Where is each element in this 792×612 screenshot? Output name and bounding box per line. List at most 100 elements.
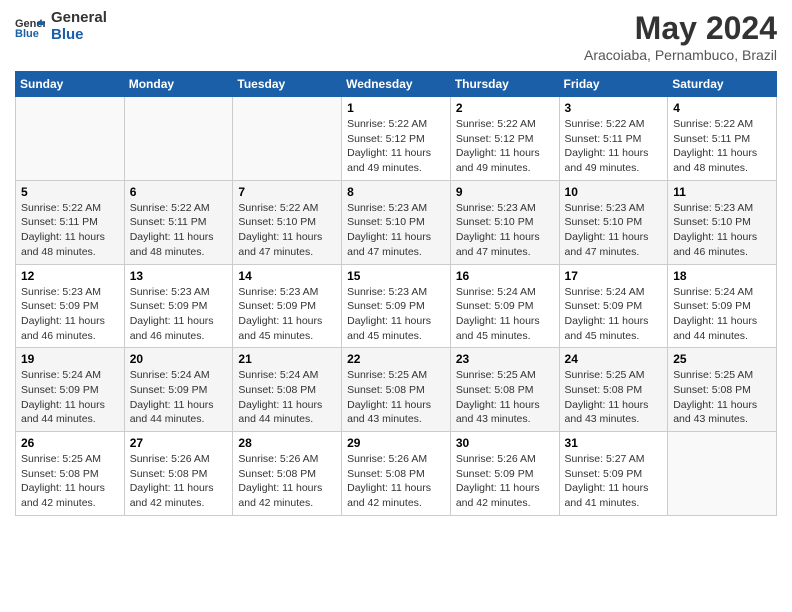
day-info-line: Sunrise: 5:23 AM	[673, 202, 753, 214]
day-info: Sunrise: 5:24 AMSunset: 5:09 PMDaylight:…	[456, 285, 554, 344]
day-info-line: Sunset: 5:10 PM	[565, 216, 643, 228]
day-info: Sunrise: 5:25 AMSunset: 5:08 PMDaylight:…	[673, 368, 771, 427]
day-info-line: Sunrise: 5:22 AM	[456, 118, 536, 130]
day-number: 4	[673, 101, 771, 115]
day-info-line: Daylight: 11 hours and 48 minutes.	[673, 147, 757, 174]
day-info-line: Daylight: 11 hours and 43 minutes.	[673, 399, 757, 426]
empty-cell	[668, 432, 777, 516]
calendar-day-7: 7Sunrise: 5:22 AMSunset: 5:10 PMDaylight…	[233, 180, 342, 264]
title-block: May 2024 Aracoiaba, Pernambuco, Brazil	[584, 10, 777, 63]
calendar-day-2: 2 Sunrise: 5:22 AMSunset: 5:12 PMDaylight…	[450, 97, 559, 181]
day-info-line: Daylight: 11 hours and 47 minutes.	[238, 231, 322, 258]
day-number: 22	[347, 352, 445, 366]
day-number: 20	[130, 352, 228, 366]
day-info-line: Sunset: 5:09 PM	[565, 468, 643, 480]
day-number: 2	[456, 101, 554, 115]
day-info: Sunrise: 5:23 AM Sunset: 5:10 PM Daylight:…	[347, 201, 445, 260]
day-info-line: Sunset: 5:08 PM	[238, 468, 316, 480]
day-info: Sunrise: 5:26 AM Sunset: 5:08 PM Daylight:…	[238, 452, 336, 511]
empty-cell	[124, 97, 233, 181]
day-info: Sunrise: 5:24 AMSunset: 5:09 PMDaylight:…	[673, 285, 771, 344]
day-info: Sunrise: 5:22 AMSunset: 5:11 PMDaylight:…	[130, 201, 228, 260]
day-info-line: Sunset: 5:09 PM	[21, 384, 99, 396]
calendar-day-27: 27Sunrise: 5:26 AMSunset: 5:08 PMDayligh…	[124, 432, 233, 516]
day-number: 15	[347, 269, 445, 283]
day-info-line: Daylight: 11 hours and 44 minutes.	[21, 399, 105, 426]
day-info-line: Sunset: 5:10 PM	[347, 216, 425, 228]
day-info-line: Daylight: 11 hours and 46 minutes.	[130, 315, 214, 342]
day-info: Sunrise: 5:24 AMSunset: 5:09 PMDaylight:…	[565, 285, 663, 344]
day-info: Sunrise: 5:25 AMSunset: 5:08 PMDaylight:…	[565, 368, 663, 427]
calendar-day-4: 4 Sunrise: 5:22 AM Sunset: 5:11 PM Daylight…	[668, 97, 777, 181]
calendar-week-row: 26 Sunrise: 5:25 AM Sunset: 5:08 PM Dayligh…	[16, 432, 777, 516]
calendar-day-28: 28 Sunrise: 5:26 AM Sunset: 5:08 PM Dayligh…	[233, 432, 342, 516]
day-info-line: Sunset: 5:12 PM	[347, 133, 425, 145]
day-info-line: Sunrise: 5:27 AM	[565, 453, 645, 465]
calendar-week-row: 19Sunrise: 5:24 AMSunset: 5:09 PMDayligh…	[16, 348, 777, 432]
day-number: 26	[21, 436, 119, 450]
day-info: Sunrise: 5:22 AMSunset: 5:12 PMDaylight:…	[456, 117, 554, 176]
day-info-line: Daylight: 11 hours and 42 minutes.	[238, 482, 322, 509]
day-info: Sunrise: 5:23 AMSunset: 5:09 PMDaylight:…	[130, 285, 228, 344]
calendar-day-21: 21Sunrise: 5:24 AMSunset: 5:08 PMDayligh…	[233, 348, 342, 432]
day-info-line: Sunset: 5:11 PM	[673, 133, 750, 145]
day-info: Sunrise: 5:23 AMSunset: 5:09 PMDaylight:…	[347, 285, 445, 344]
day-info-line: Daylight: 11 hours and 43 minutes.	[565, 399, 649, 426]
day-number: 13	[130, 269, 228, 283]
header-thursday: Thursday	[450, 72, 559, 97]
day-info-line: Sunset: 5:08 PM	[130, 468, 208, 480]
calendar-week-row: 1Sunrise: 5:22 AMSunset: 5:12 PMDaylight…	[16, 97, 777, 181]
day-number: 23	[456, 352, 554, 366]
day-info-line: Sunset: 5:08 PM	[456, 384, 534, 396]
day-info: Sunrise: 5:27 AMSunset: 5:09 PMDaylight:…	[565, 452, 663, 511]
day-info: Sunrise: 5:22 AM Sunset: 5:11 PM Daylight:…	[673, 117, 771, 176]
day-info-line: Sunrise: 5:25 AM	[21, 453, 101, 465]
calendar-day-6: 6Sunrise: 5:22 AMSunset: 5:11 PMDaylight…	[124, 180, 233, 264]
day-info-line: Sunrise: 5:23 AM	[456, 202, 536, 214]
header-monday: Monday	[124, 72, 233, 97]
day-info: Sunrise: 5:23 AMSunset: 5:10 PMDaylight:…	[673, 201, 771, 260]
day-info-line: Sunrise: 5:24 AM	[238, 369, 318, 381]
day-info-line: Sunrise: 5:25 AM	[456, 369, 536, 381]
calendar-day-20: 20Sunrise: 5:24 AMSunset: 5:09 PMDayligh…	[124, 348, 233, 432]
day-info: Sunrise: 5:26 AMSunset: 5:09 PMDaylight:…	[456, 452, 554, 511]
calendar-day-14: 14Sunrise: 5:23 AMSunset: 5:09 PMDayligh…	[233, 264, 342, 348]
day-info-line: Sunset: 5:11 PM	[565, 133, 642, 145]
day-number: 5	[21, 185, 119, 199]
day-info: Sunrise: 5:26 AMSunset: 5:08 PMDaylight:…	[347, 452, 445, 511]
empty-cell	[233, 97, 342, 181]
location-subtitle: Aracoiaba, Pernambuco, Brazil	[584, 47, 777, 63]
logo: General Blue General Blue	[15, 10, 107, 43]
day-info-line: Sunrise: 5:23 AM	[347, 202, 427, 214]
header-tuesday: Tuesday	[233, 72, 342, 97]
day-info-line: Sunset: 5:09 PM	[130, 300, 208, 312]
day-info-line: Sunset: 5:10 PM	[238, 216, 316, 228]
day-info-line: Sunset: 5:10 PM	[456, 216, 534, 228]
day-info-line: Sunset: 5:08 PM	[673, 384, 751, 396]
calendar-day-10: 10Sunrise: 5:23 AMSunset: 5:10 PMDayligh…	[559, 180, 668, 264]
day-info-line: Daylight: 11 hours and 49 minutes.	[456, 147, 540, 174]
day-info-line: Sunrise: 5:26 AM	[347, 453, 427, 465]
day-info-line: Sunset: 5:09 PM	[456, 468, 534, 480]
day-number: 21	[238, 352, 336, 366]
day-info-line: Daylight: 11 hours and 48 minutes.	[21, 231, 105, 258]
day-info-line: Sunset: 5:09 PM	[21, 300, 99, 312]
calendar-day-31: 31Sunrise: 5:27 AMSunset: 5:09 PMDayligh…	[559, 432, 668, 516]
day-info-line: Daylight: 11 hours and 45 minutes.	[565, 315, 649, 342]
day-info-line: Daylight: 11 hours and 42 minutes.	[130, 482, 214, 509]
day-info-line: Sunset: 5:08 PM	[21, 468, 99, 480]
page-header: General Blue General Blue May 2024 Araco…	[15, 10, 777, 63]
day-info-line: Daylight: 11 hours and 45 minutes.	[238, 315, 322, 342]
header-saturday: Saturday	[668, 72, 777, 97]
day-info-line: Daylight: 11 hours and 49 minutes.	[347, 147, 431, 174]
day-info-line: Sunrise: 5:26 AM	[238, 453, 318, 465]
day-info-line: Sunrise: 5:25 AM	[347, 369, 427, 381]
day-number: 28	[238, 436, 336, 450]
calendar-day-26: 26Sunrise: 5:25 AMSunset: 5:08 PMDayligh…	[16, 432, 125, 516]
day-info: Sunrise: 5:22 AMSunset: 5:11 PMDaylight:…	[21, 201, 119, 260]
empty-cell	[16, 97, 125, 181]
day-info-line: Sunrise: 5:22 AM	[673, 118, 753, 130]
day-info-line: Daylight: 11 hours and 44 minutes.	[673, 315, 757, 342]
day-info-line: Daylight: 11 hours and 47 minutes.	[347, 231, 431, 258]
calendar-day-17: 17Sunrise: 5:24 AMSunset: 5:09 PMDayligh…	[559, 264, 668, 348]
